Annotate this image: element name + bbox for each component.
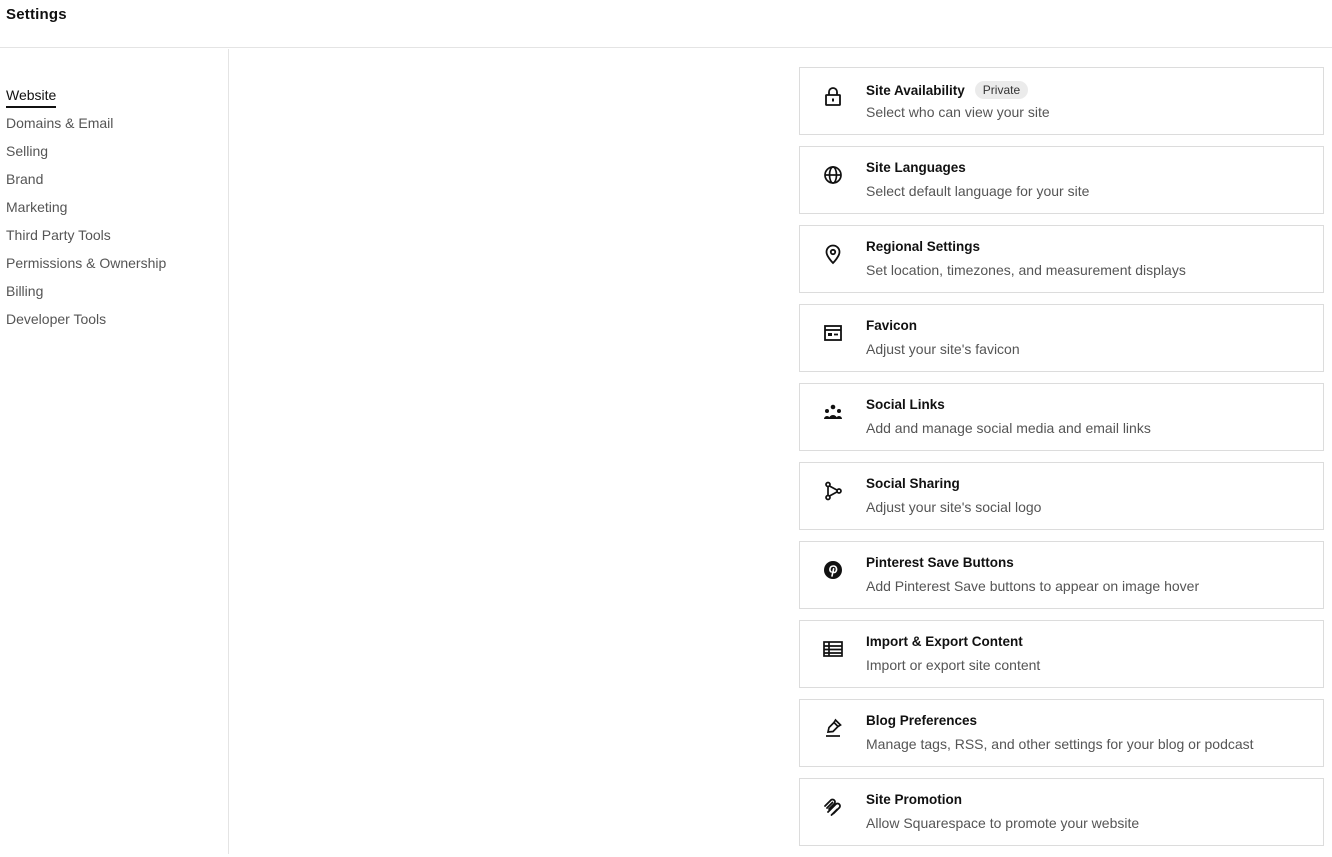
sidebar-item-website[interactable]: Website	[6, 86, 166, 114]
sidebar-item-selling[interactable]: Selling	[6, 142, 166, 170]
sidebar-item-marketing[interactable]: Marketing	[6, 198, 166, 226]
sidebar-item-label: Developer Tools	[6, 311, 107, 327]
card-title: Site Promotion	[866, 792, 963, 807]
sidebar-item-domains-email[interactable]: Domains & Email	[6, 114, 166, 142]
card-title: Blog Preferences	[866, 713, 978, 728]
card-import-export-content[interactable]: Import & Export Content Import or export…	[799, 620, 1324, 688]
status-badge: Private	[974, 81, 1029, 99]
card-title: Regional Settings	[866, 239, 981, 254]
lock-icon	[822, 85, 844, 107]
settings-card-list: Site Availability Private Select who can …	[799, 67, 1324, 857]
sidebar-item-label: Marketing	[6, 199, 68, 215]
card-title: Social Sharing	[866, 476, 960, 491]
card-title: Site Languages	[866, 160, 966, 175]
card-description: Manage tags, RSS, and other settings for…	[866, 736, 1254, 752]
card-blog-preferences[interactable]: Blog Preferences Manage tags, RSS, and o…	[799, 699, 1324, 767]
card-site-availability[interactable]: Site Availability Private Select who can …	[799, 67, 1324, 135]
sidebar-item-label: Website	[6, 86, 57, 108]
card-title: Import & Export Content	[866, 634, 1023, 649]
card-description: Import or export site content	[866, 657, 1041, 673]
card-description: Set location, timezones, and measurement…	[866, 262, 1186, 278]
squarespace-logo-icon	[822, 796, 844, 818]
card-description: Select default language for your site	[866, 183, 1090, 199]
card-description: Add and manage social media and email li…	[866, 420, 1151, 436]
sidebar-item-permissions-ownership[interactable]: Permissions & Ownership	[6, 254, 166, 282]
sidebar-item-developer-tools[interactable]: Developer Tools	[6, 310, 166, 338]
card-description: Adjust your site's social logo	[866, 499, 1042, 515]
sidebar-item-label: Third Party Tools	[6, 227, 111, 243]
card-description: Adjust your site's favicon	[866, 341, 1020, 357]
card-title: Social Links	[866, 397, 945, 412]
sidebar: Website Domains & Email Selling Brand Ma…	[0, 49, 229, 854]
sidebar-item-label: Permissions & Ownership	[6, 255, 167, 271]
card-title: Favicon	[866, 318, 918, 333]
globe-icon	[822, 164, 844, 186]
card-social-links[interactable]: Social Links Add and manage social media…	[799, 383, 1324, 451]
table-icon	[822, 638, 844, 660]
card-favicon[interactable]: Favicon Adjust your site's favicon	[799, 304, 1324, 372]
card-description: Select who can view your site	[866, 104, 1050, 120]
card-title-text: Site Availability	[866, 83, 965, 98]
header: Settings	[0, 0, 1332, 48]
sidebar-item-label: Billing	[6, 283, 44, 299]
card-description: Add Pinterest Save buttons to appear on …	[866, 578, 1200, 594]
page-title: Settings	[6, 6, 67, 23]
share-icon	[822, 480, 844, 502]
card-social-sharing[interactable]: Social Sharing Adjust your site's social…	[799, 462, 1324, 530]
sidebar-item-brand[interactable]: Brand	[6, 170, 166, 198]
card-title: Pinterest Save Buttons	[866, 555, 1014, 570]
card-site-promotion[interactable]: Site Promotion Allow Squarespace to prom…	[799, 778, 1324, 846]
favicon-icon	[822, 322, 844, 344]
pen-icon	[822, 717, 844, 739]
sidebar-item-third-party-tools[interactable]: Third Party Tools	[6, 226, 166, 254]
card-description: Allow Squarespace to promote your websit…	[866, 815, 1140, 831]
sidebar-item-label: Selling	[6, 143, 49, 159]
sidebar-item-label: Domains & Email	[6, 115, 114, 131]
sidebar-item-label: Brand	[6, 171, 44, 187]
card-pinterest-save-buttons[interactable]: Pinterest Save Buttons Add Pinterest Sav…	[799, 541, 1324, 609]
sidebar-nav: Website Domains & Email Selling Brand Ma…	[6, 86, 166, 338]
card-site-languages[interactable]: Site Languages Select default language f…	[799, 146, 1324, 214]
card-regional-settings[interactable]: Regional Settings Set location, timezone…	[799, 225, 1324, 293]
pinterest-icon	[822, 559, 844, 581]
location-pin-icon	[822, 243, 844, 265]
people-icon	[822, 401, 844, 423]
sidebar-item-billing[interactable]: Billing	[6, 282, 166, 310]
card-title: Site Availability Private	[866, 81, 1029, 99]
